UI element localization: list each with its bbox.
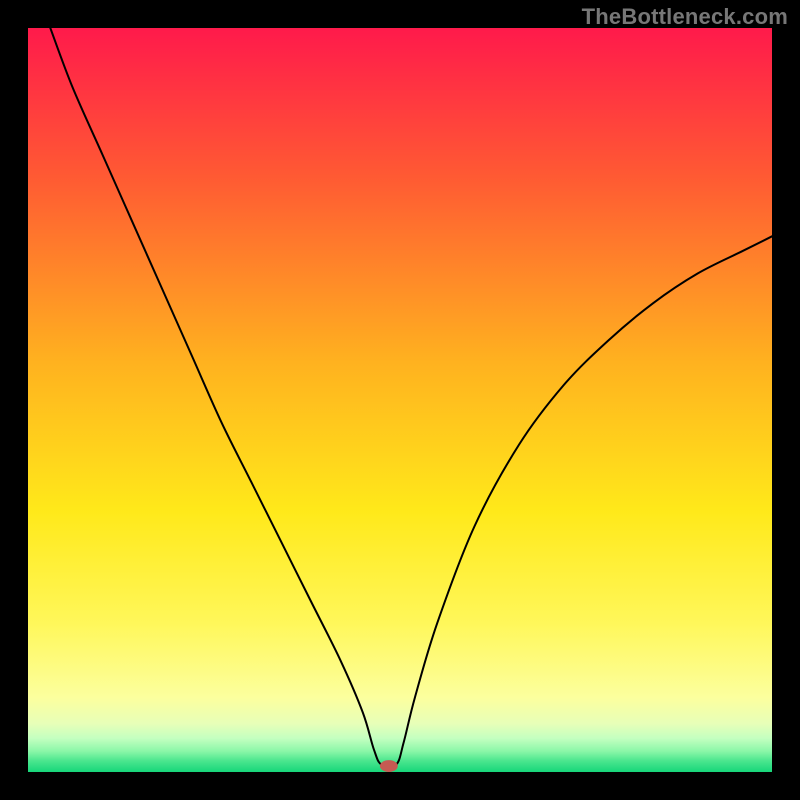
watermark-text: TheBottleneck.com [582,4,788,30]
plot-area [28,28,772,772]
minimum-marker [380,760,398,772]
chart-svg [28,28,772,772]
gradient-background [28,28,772,772]
chart-frame: TheBottleneck.com [0,0,800,800]
